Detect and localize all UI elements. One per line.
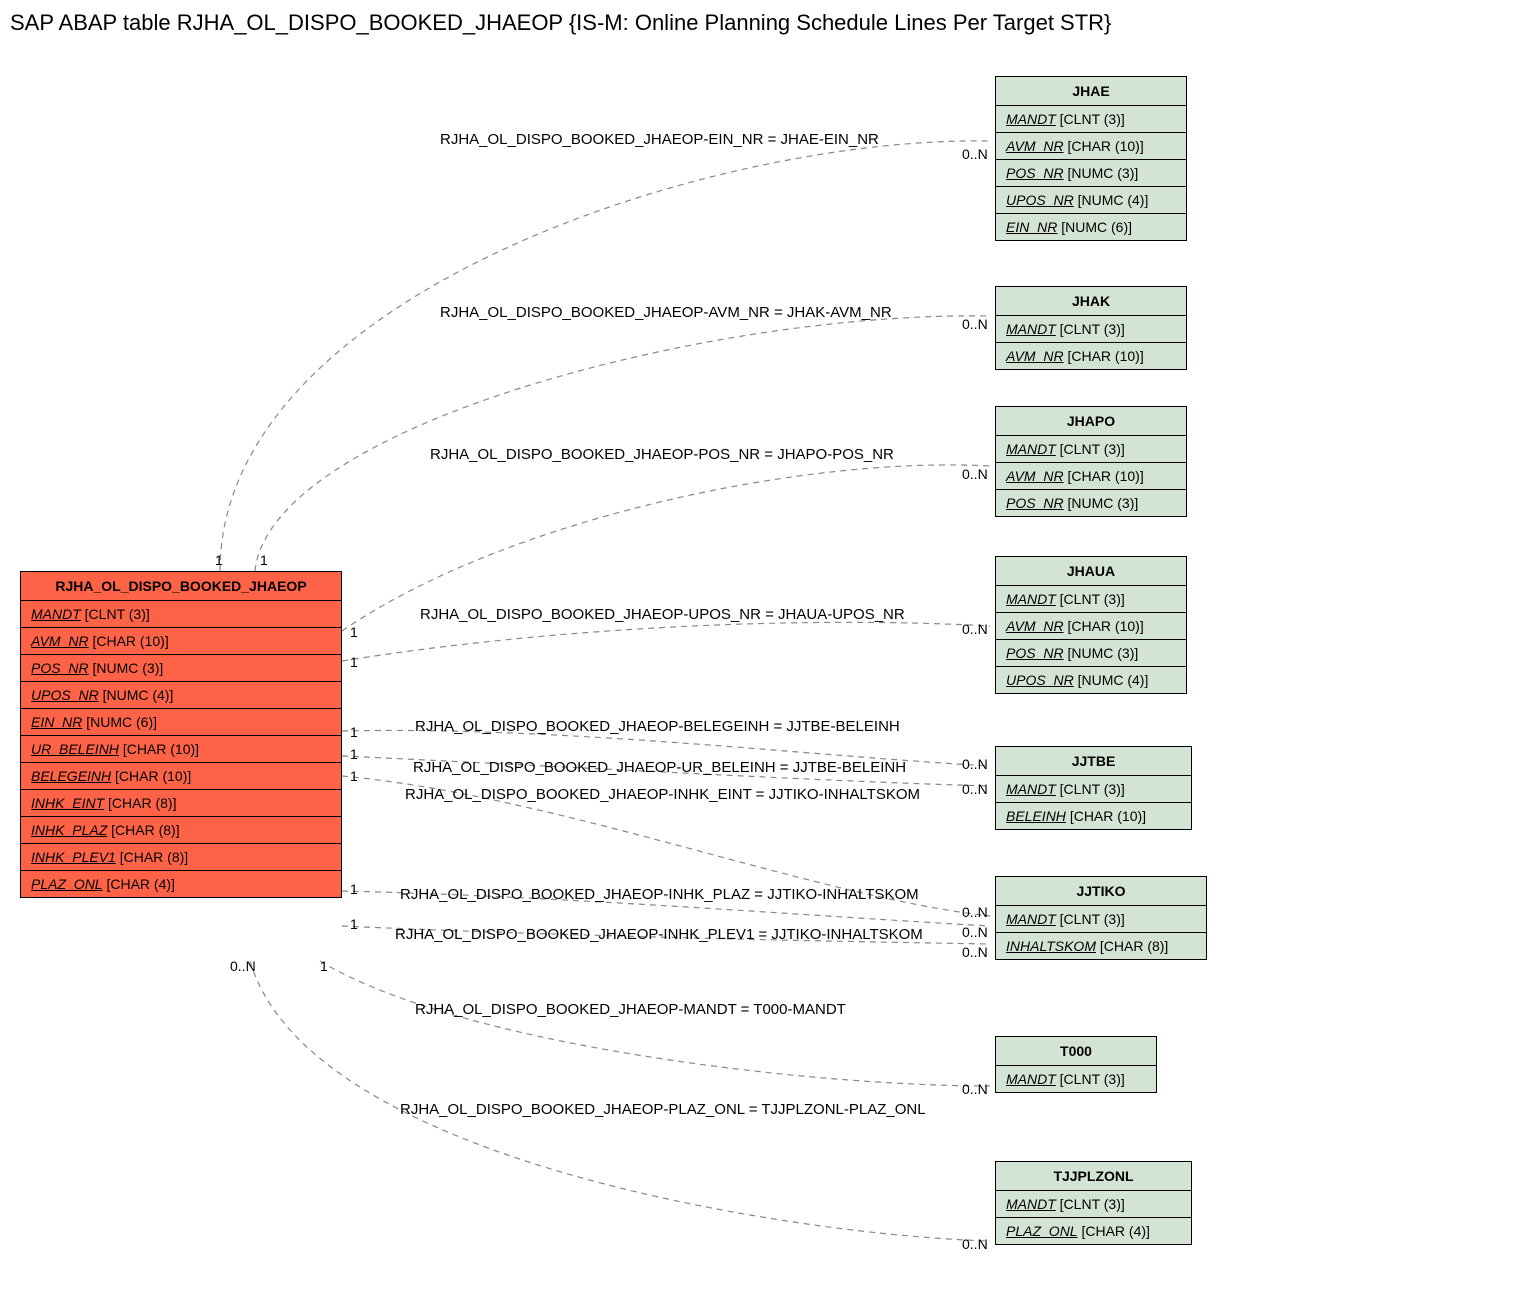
cardinality: 1 [260,552,268,568]
field: MANDT [CLNT (3)] [21,601,341,628]
cardinality: 1 [350,624,358,640]
field: EIN_NR [NUMC (6)] [21,709,341,736]
ref-entity-t000: T000 MANDT [CLNT (3)] [995,1036,1157,1093]
main-entity-name: RJHA_OL_DISPO_BOOKED_JHAEOP [21,572,341,601]
cardinality: 1 [215,552,223,568]
ref-entity-jhapo: JHAPO MANDT [CLNT (3)] AVM_NR [CHAR (10)… [995,406,1187,517]
cardinality: 0..N [962,904,988,920]
ref-entity-tjjplzonl: TJJPLZONL MANDT [CLNT (3)] PLAZ_ONL [CHA… [995,1161,1192,1245]
ref-entity-jhak: JHAK MANDT [CLNT (3)] AVM_NR [CHAR (10)] [995,286,1187,370]
cardinality: 1 [350,654,358,670]
field: POS_NR [NUMC (3)] [21,655,341,682]
field: BELEGEINH [CHAR (10)] [21,763,341,790]
field: INHK_EINT [CHAR (8)] [21,790,341,817]
cardinality: 0..N [962,621,988,637]
rel-label: RJHA_OL_DISPO_BOOKED_JHAEOP-INHK_EINT = … [405,786,920,803]
rel-label: RJHA_OL_DISPO_BOOKED_JHAEOP-BELEGEINH = … [415,718,900,735]
ref-entity-jhaua: JHAUA MANDT [CLNT (3)] AVM_NR [CHAR (10)… [995,556,1187,694]
er-diagram: RJHA_OL_DISPO_BOOKED_JHAEOP MANDT [CLNT … [10,46,1517,1306]
rel-label: RJHA_OL_DISPO_BOOKED_JHAEOP-MANDT = T000… [415,1001,846,1018]
rel-label: RJHA_OL_DISPO_BOOKED_JHAEOP-POS_NR = JHA… [430,446,894,463]
ref-entity-jhae: JHAE MANDT [CLNT (3)] AVM_NR [CHAR (10)]… [995,76,1187,241]
cardinality: 0..N [962,1236,988,1252]
cardinality: 1 [350,881,358,897]
rel-label: RJHA_OL_DISPO_BOOKED_JHAEOP-PLAZ_ONL = T… [400,1101,926,1118]
cardinality: 1 [350,768,358,784]
rel-label: RJHA_OL_DISPO_BOOKED_JHAEOP-EIN_NR = JHA… [440,131,879,148]
rel-label: RJHA_OL_DISPO_BOOKED_JHAEOP-UR_BELEINH =… [413,759,906,776]
field: UPOS_NR [NUMC (4)] [21,682,341,709]
cardinality: 1 [320,958,328,974]
cardinality: 0..N [962,924,988,940]
cardinality: 0..N [962,944,988,960]
cardinality: 0..N [962,466,988,482]
cardinality: 0..N [962,316,988,332]
field: PLAZ_ONL [CHAR (4)] [21,871,341,897]
field: INHK_PLEV1 [CHAR (8)] [21,844,341,871]
rel-label: RJHA_OL_DISPO_BOOKED_JHAEOP-INHK_PLEV1 =… [395,926,923,943]
page-title: SAP ABAP table RJHA_OL_DISPO_BOOKED_JHAE… [10,10,1517,36]
rel-label: RJHA_OL_DISPO_BOOKED_JHAEOP-AVM_NR = JHA… [440,304,892,321]
field: UR_BELEINH [CHAR (10)] [21,736,341,763]
ref-entity-jjtbe: JJTBE MANDT [CLNT (3)] BELEINH [CHAR (10… [995,746,1192,830]
cardinality: 1 [350,746,358,762]
cardinality: 1 [350,916,358,932]
main-entity: RJHA_OL_DISPO_BOOKED_JHAEOP MANDT [CLNT … [20,571,342,898]
field: INHK_PLAZ [CHAR (8)] [21,817,341,844]
cardinality: 0..N [962,146,988,162]
cardinality: 0..N [962,781,988,797]
rel-label: RJHA_OL_DISPO_BOOKED_JHAEOP-UPOS_NR = JH… [420,606,905,623]
rel-label: RJHA_OL_DISPO_BOOKED_JHAEOP-INHK_PLAZ = … [400,886,919,903]
cardinality: 1 [350,724,358,740]
cardinality: 0..N [230,958,256,974]
cardinality: 0..N [962,1081,988,1097]
field: AVM_NR [CHAR (10)] [21,628,341,655]
ref-entity-jjtiko: JJTIKO MANDT [CLNT (3)] INHALTSKOM [CHAR… [995,876,1207,960]
cardinality: 0..N [962,756,988,772]
